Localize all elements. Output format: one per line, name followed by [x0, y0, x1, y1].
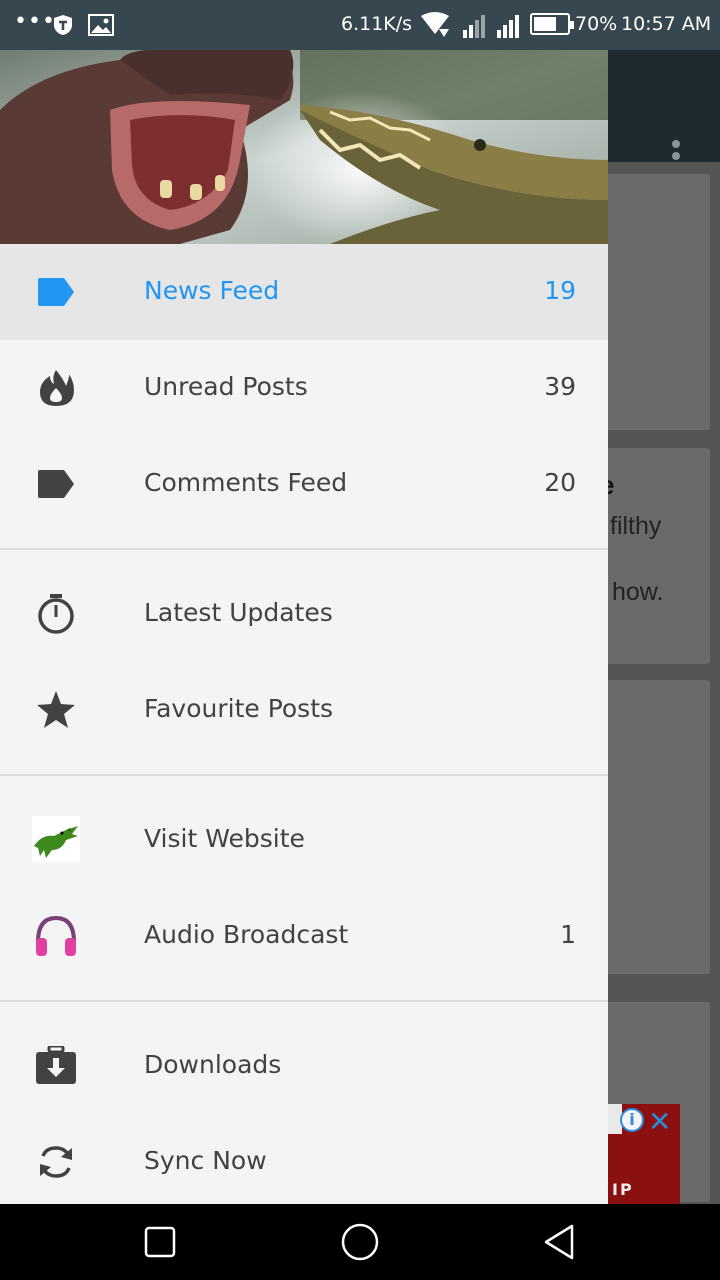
- drawer-divider: [0, 532, 608, 566]
- home-button[interactable]: [340, 1222, 380, 1262]
- image-icon: [88, 14, 114, 36]
- clock: 10:57 AM: [621, 13, 712, 35]
- drawer-item-label: Favourite Posts: [144, 694, 334, 723]
- drawer-item-sync-now[interactable]: Sync Now: [0, 1114, 608, 1204]
- sync-icon: [34, 1142, 78, 1182]
- drawer-divider: [0, 758, 608, 792]
- drawer-item-downloads[interactable]: Downloads: [0, 1018, 608, 1114]
- drawer-item-label: Downloads: [144, 1050, 282, 1079]
- drawer-header-image: [0, 50, 608, 244]
- signal-strength-icon: [497, 15, 519, 38]
- ad-banner[interactable]: i ✕ IP: [598, 1104, 680, 1204]
- label-tag-icon: [34, 272, 78, 312]
- back-button[interactable]: [540, 1222, 580, 1262]
- crocodile-icon: [32, 816, 80, 862]
- drawer-menu: News Feed 19 Unread Posts 39 Comments Feed 20…: [0, 244, 608, 1204]
- post-excerpt-fragment: filthy: [610, 512, 662, 540]
- drawer-item-count: 39: [544, 372, 576, 401]
- drawer-item-count: 1: [560, 920, 576, 949]
- star-icon: [34, 690, 78, 730]
- drawer-item-label: Comments Feed: [144, 468, 348, 497]
- stopwatch-icon: [34, 594, 78, 634]
- flame-icon: [34, 368, 78, 408]
- label-tag-icon: [34, 464, 78, 504]
- recent-apps-button[interactable]: [140, 1222, 180, 1262]
- download-box-icon: [34, 1044, 78, 1086]
- drawer-item-label: Latest Updates: [144, 598, 333, 627]
- drawer-item-label: Visit Website: [144, 824, 305, 853]
- status-bar: ••• 6.11K/s 70% 10:57 AM: [0, 0, 720, 50]
- drawer-item-visit-website[interactable]: Visit Website: [0, 792, 608, 888]
- post-excerpt-fragment: how.: [612, 578, 664, 606]
- drawer-item-audio-broadcast[interactable]: Audio Broadcast 1: [0, 888, 608, 984]
- drawer-item-comments-feed[interactable]: Comments Feed 20: [0, 436, 608, 532]
- drawer-item-label: News Feed: [144, 276, 280, 305]
- network-speed: 6.11K/s: [341, 13, 413, 35]
- signal-strength-icon: [463, 15, 485, 38]
- drawer-item-latest-updates[interactable]: Latest Updates: [0, 566, 608, 662]
- shield-icon: [54, 15, 72, 35]
- post-card[interactable]: [598, 174, 710, 430]
- more-notifications-icon: •••: [14, 9, 56, 34]
- drawer-item-favourite-posts[interactable]: Favourite Posts: [0, 662, 608, 758]
- battery-icon: [530, 13, 574, 35]
- system-navigation-bar: [0, 1204, 720, 1280]
- post-card[interactable]: e filthy how.: [598, 448, 710, 664]
- battery-level: [534, 17, 557, 31]
- battery-percent: 70%: [575, 13, 618, 35]
- drawer-item-news-feed[interactable]: News Feed 19: [0, 244, 608, 340]
- drawer-divider: [0, 984, 608, 1018]
- drawer-item-count: 20: [544, 468, 576, 497]
- drawer-item-label: Audio Broadcast: [144, 920, 349, 949]
- drawer-item-unread-posts[interactable]: Unread Posts 39: [0, 340, 608, 436]
- ad-close-icon[interactable]: ✕: [648, 1105, 671, 1138]
- ad-text: IP: [612, 1180, 634, 1199]
- hippo-crocodile-photo: [0, 50, 608, 244]
- ad-info-icon[interactable]: i: [620, 1108, 644, 1132]
- drawer-item-count: 19: [544, 276, 576, 305]
- headphones-icon: [32, 912, 76, 956]
- wifi-icon: [421, 12, 449, 37]
- drawer-item-label: Sync Now: [144, 1146, 267, 1175]
- post-card[interactable]: [598, 680, 710, 974]
- drawer-item-label: Unread Posts: [144, 372, 308, 401]
- navigation-drawer: News Feed 19 Unread Posts 39 Comments Feed 20…: [0, 50, 608, 1204]
